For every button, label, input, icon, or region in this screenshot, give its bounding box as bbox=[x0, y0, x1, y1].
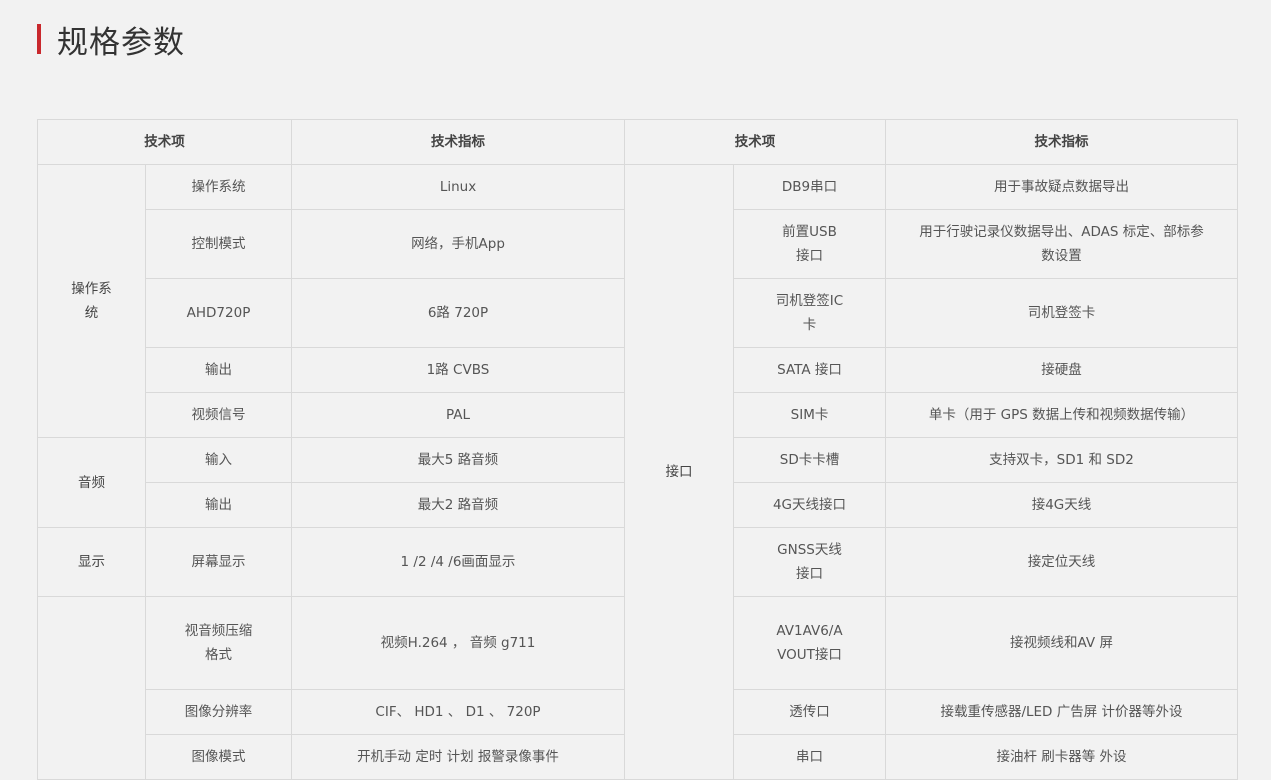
spec-cell: 接硬盘 bbox=[885, 347, 1238, 393]
spec-cell: 接视频线和AV 屏 bbox=[885, 596, 1238, 690]
spec-cell: PAL bbox=[291, 392, 625, 438]
spec-cell: CIF、 HD1 、 D1 、 720P bbox=[291, 689, 625, 735]
item-cell: SIM卡 bbox=[733, 392, 886, 438]
table-row: 操作系统 操作系统 Linux 接口 DB9串口 用于事故疑点数据导出 bbox=[37, 164, 1238, 780]
header-spec-left: 技术指标 bbox=[291, 119, 625, 165]
spec-cell: 单卡（用于 GPS 数据上传和视频数据传输） bbox=[885, 392, 1238, 438]
item-cell: 屏幕显示 bbox=[145, 527, 292, 597]
item-cell: 输出 bbox=[145, 482, 292, 528]
item-cell: 控制模式 bbox=[145, 209, 292, 279]
group-os: 操作系统 bbox=[37, 164, 146, 438]
header-item-right: 技术项 bbox=[624, 119, 886, 165]
group-interface: 接口 bbox=[624, 164, 734, 780]
item-cell: 图像模式 bbox=[145, 734, 292, 780]
table-header-row: 技术项 技术指标 技术项 技术指标 bbox=[37, 119, 1238, 165]
spec-cell: 接4G天线 bbox=[885, 482, 1238, 528]
spec-cell: 用于事故疑点数据导出 bbox=[885, 164, 1238, 210]
group-display: 显示 bbox=[37, 527, 146, 597]
spec-cell: 支持双卡，SD1 和 SD2 bbox=[885, 437, 1238, 483]
item-cell: 司机登签IC卡 bbox=[733, 278, 886, 348]
spec-cell: 6路 720P bbox=[291, 278, 625, 348]
spec-cell: 1 /2 /4 /6画面显示 bbox=[291, 527, 625, 597]
spec-cell: 司机登签卡 bbox=[885, 278, 1238, 348]
section-heading: 规格参数 bbox=[37, 22, 185, 61]
item-cell: 前置USB 接口 bbox=[733, 209, 886, 279]
item-cell: 输入 bbox=[145, 437, 292, 483]
item-cell: 视音频压缩格式 bbox=[145, 596, 292, 690]
spec-cell: 视频H.264 ， 音频 g711 bbox=[291, 596, 625, 690]
group-audio: 音频 bbox=[37, 437, 146, 528]
header-item-left: 技术项 bbox=[37, 119, 292, 165]
spec-cell: 最大2 路音频 bbox=[291, 482, 625, 528]
page-title: 规格参数 bbox=[57, 24, 185, 61]
item-cell: GNSS天线接口 bbox=[733, 527, 886, 597]
spec-cell: 最大5 路音频 bbox=[291, 437, 625, 483]
item-cell: AHD720P bbox=[145, 278, 292, 348]
spec-cell: 接载重传感器/LED 广告屏 计价器等外设 bbox=[885, 689, 1238, 735]
spec-cell: 接定位天线 bbox=[885, 527, 1238, 597]
group-empty bbox=[37, 596, 146, 780]
header-spec-right: 技术指标 bbox=[885, 119, 1238, 165]
item-cell: 图像分辨率 bbox=[145, 689, 292, 735]
spec-cell: 网络，手机App bbox=[291, 209, 625, 279]
spec-cell: 接油杆 刷卡器等 外设 bbox=[885, 734, 1238, 780]
item-cell: SATA 接口 bbox=[733, 347, 886, 393]
spec-table: 技术项 技术指标 技术项 技术指标 操作系统 操作系统 Linux 接口 DB9… bbox=[37, 119, 1238, 780]
spec-cell: 开机手动 定时 计划 报警录像事件 bbox=[291, 734, 625, 780]
item-cell: AV1AV6/AVOUT接口 bbox=[733, 596, 886, 690]
spec-cell: 1路 CVBS bbox=[291, 347, 625, 393]
item-cell: 操作系统 bbox=[145, 164, 292, 210]
item-cell: DB9串口 bbox=[733, 164, 886, 210]
item-cell: SD卡卡槽 bbox=[733, 437, 886, 483]
accent-bar bbox=[37, 24, 41, 54]
item-cell: 视频信号 bbox=[145, 392, 292, 438]
spec-cell: 用于行驶记录仪数据导出、ADAS 标定、部标参数设置 bbox=[885, 209, 1238, 279]
item-cell: 透传口 bbox=[733, 689, 886, 735]
item-cell: 输出 bbox=[145, 347, 292, 393]
spec-cell: Linux bbox=[291, 164, 625, 210]
item-cell: 4G天线接口 bbox=[733, 482, 886, 528]
item-cell: 串口 bbox=[733, 734, 886, 780]
